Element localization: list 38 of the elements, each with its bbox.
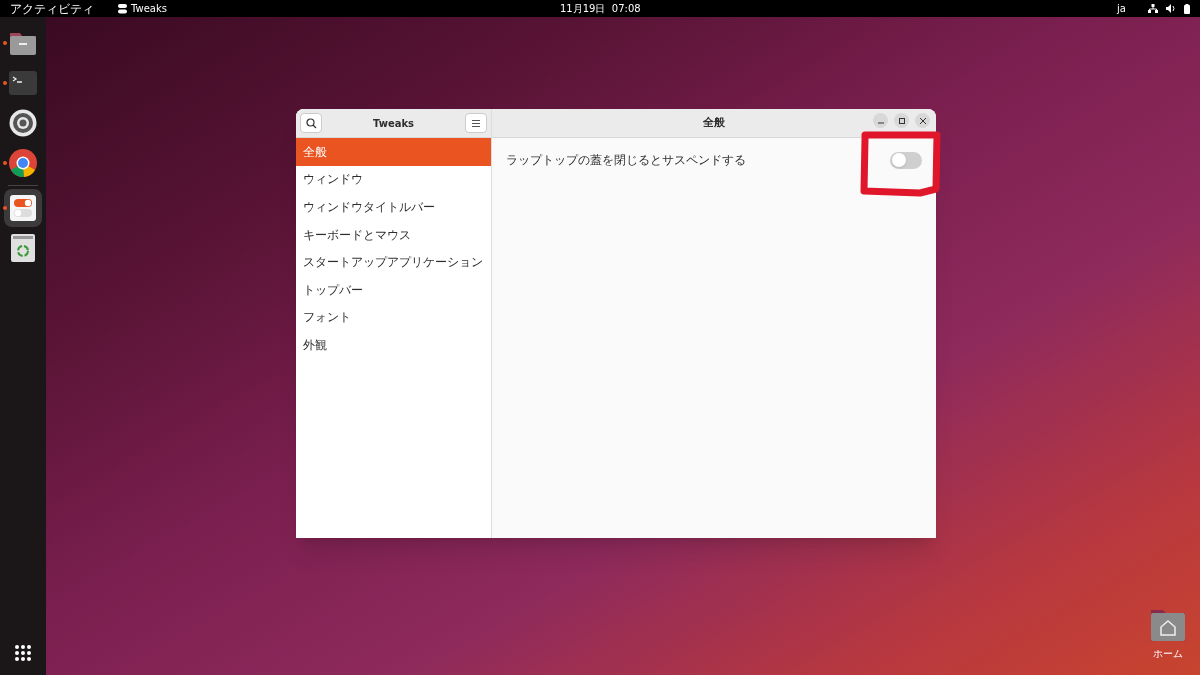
window-title: Tweaks	[371, 116, 416, 131]
search-button[interactable]	[300, 113, 322, 133]
sidebar-item[interactable]: 全般	[296, 138, 491, 166]
page-title: 全般	[702, 115, 726, 131]
maximize-button[interactable]	[894, 113, 909, 128]
battery-icon	[1184, 3, 1190, 14]
maximize-icon	[898, 117, 905, 124]
toggles-icon	[118, 3, 127, 14]
input-method-indicator[interactable]: ja	[1117, 1, 1126, 16]
dock-item[interactable]	[4, 189, 42, 227]
sidebar-item[interactable]: フォント	[296, 303, 491, 332]
sidebar-item[interactable]: トップバー	[296, 275, 491, 304]
app-menu[interactable]: Tweaks	[131, 1, 167, 16]
setting-label: ラップトップの蓋を閉じるとサスペンドする	[506, 152, 746, 169]
volume-icon	[1166, 4, 1176, 13]
clock[interactable]: 11月19日 07:08	[560, 1, 641, 16]
sidebar-item[interactable]: スタートアップアプリケーション	[296, 248, 491, 276]
trash-icon	[11, 234, 35, 262]
menu-icon	[472, 119, 480, 127]
close-button[interactable]	[915, 113, 930, 128]
folder-icon	[9, 30, 37, 56]
sidebar-item[interactable]: ウィンドウ	[296, 165, 491, 194]
close-icon	[919, 117, 926, 124]
toggles-icon	[10, 195, 36, 221]
desktop-icon-label: ホーム	[1153, 647, 1183, 661]
menu-button[interactable]	[465, 113, 487, 133]
browser-icon	[8, 148, 38, 178]
sidebar-item[interactable]: キーボードとマウス	[296, 220, 491, 249]
sidebar-item[interactable]: ウィンドウタイトルバー	[296, 193, 491, 221]
activities-button[interactable]: アクティビティ	[10, 2, 94, 15]
minimize-button[interactable]	[873, 113, 888, 128]
terminal-icon	[9, 71, 37, 95]
network-icon	[1148, 4, 1158, 13]
toggle-switch[interactable]	[890, 151, 922, 169]
app-grid-icon[interactable]	[14, 644, 32, 662]
home-folder-icon[interactable]	[1150, 608, 1186, 642]
sidebar-item[interactable]: 外観	[296, 331, 491, 359]
search-icon	[305, 117, 317, 129]
